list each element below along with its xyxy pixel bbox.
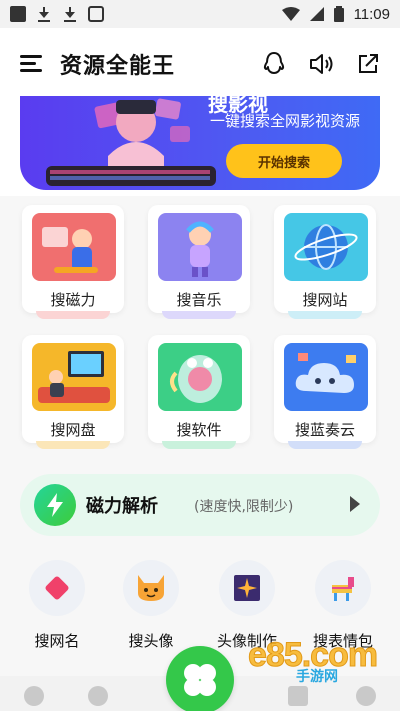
- magnet-parse-subtitle: (速度快,限制少): [194, 499, 294, 515]
- heart-tab-icon[interactable]: [24, 686, 44, 706]
- status-time: 11:09: [353, 5, 390, 23]
- download-icon: [62, 6, 78, 22]
- hamburger-menu-icon[interactable]: [20, 55, 44, 73]
- start-search-button[interactable]: 开始搜索: [226, 144, 342, 178]
- card-search-lanzou-cloud[interactable]: 搜蓝奏云: [274, 335, 376, 449]
- magnet-parse-title: 磁力解析: [86, 496, 158, 517]
- banner-subtitle: 一键搜索全网影视资源: [210, 112, 361, 130]
- qq-icon[interactable]: [262, 51, 286, 77]
- signal-icon: [309, 7, 324, 21]
- card-glow: [288, 441, 362, 449]
- play-arrow-icon[interactable]: [350, 496, 360, 512]
- card-label: 搜网盘: [50, 421, 96, 439]
- cat-face-icon: [123, 560, 179, 616]
- card-glow: [36, 311, 110, 319]
- music-illustration-icon: [158, 213, 242, 281]
- lightning-bolt-icon: [34, 484, 76, 526]
- globe-illustration-icon: [284, 213, 368, 281]
- notification-square-icon: [10, 6, 26, 22]
- card-search-music[interactable]: 搜音乐: [148, 205, 250, 319]
- tool-label: 搜头像: [128, 632, 174, 650]
- app-header: 资源全能王: [0, 28, 400, 100]
- card-glow: [162, 441, 236, 449]
- card-search-magnet[interactable]: 搜磁力: [22, 205, 124, 319]
- pinata-icon: [315, 560, 371, 616]
- software-illustration-icon: [158, 343, 242, 411]
- card-search-netdisk[interactable]: 搜网盘: [22, 335, 124, 449]
- card-label: 搜蓝奏云: [294, 421, 355, 439]
- app-notification-icon: [88, 6, 104, 22]
- card-label: 搜软件: [176, 421, 222, 439]
- leaf-tab-icon[interactable]: [88, 686, 108, 706]
- download-icon: [36, 6, 52, 22]
- card-search-software[interactable]: 搜软件: [148, 335, 250, 449]
- tool-search-avatar[interactable]: 搜头像: [108, 560, 194, 651]
- profile-tab-icon[interactable]: [356, 686, 376, 706]
- status-bar: 11:09: [0, 0, 400, 28]
- app-title: 资源全能王: [60, 54, 176, 79]
- cloud-illustration-icon: [284, 343, 368, 411]
- card-glow: [162, 311, 236, 319]
- magnet-parse-bar[interactable]: 磁力解析 (速度快,限制少): [20, 474, 380, 536]
- share-icon[interactable]: [356, 52, 380, 76]
- battery-icon: [333, 6, 344, 22]
- sparkle-frame-icon: [219, 560, 275, 616]
- clover-home-button[interactable]: [166, 646, 234, 711]
- wifi-icon: [281, 7, 300, 21]
- card-glow: [36, 441, 110, 449]
- card-label: 搜音乐: [176, 291, 222, 309]
- tool-search-nickname[interactable]: 搜网名: [14, 560, 100, 651]
- banner-illustration: [46, 98, 216, 186]
- watermark-subtext: 手游网: [296, 669, 338, 685]
- download-tab-icon[interactable]: [288, 686, 308, 706]
- magnet-illustration-icon: [32, 213, 116, 281]
- diamond-icon: [29, 560, 85, 616]
- card-label: 搜磁力: [50, 291, 96, 309]
- watermark-logo: e85.com 手游网: [236, 634, 396, 686]
- card-glow: [288, 311, 362, 319]
- clover-icon: [184, 664, 216, 696]
- netdisk-illustration-icon: [32, 343, 116, 411]
- movie-search-banner[interactable]: 搜影视 一键搜索全网影视资源 开始搜索: [20, 96, 380, 190]
- card-search-website[interactable]: 搜网站: [274, 205, 376, 319]
- tool-label: 搜网名: [34, 632, 80, 650]
- speaker-icon[interactable]: [308, 52, 334, 76]
- card-label: 搜网站: [302, 291, 348, 309]
